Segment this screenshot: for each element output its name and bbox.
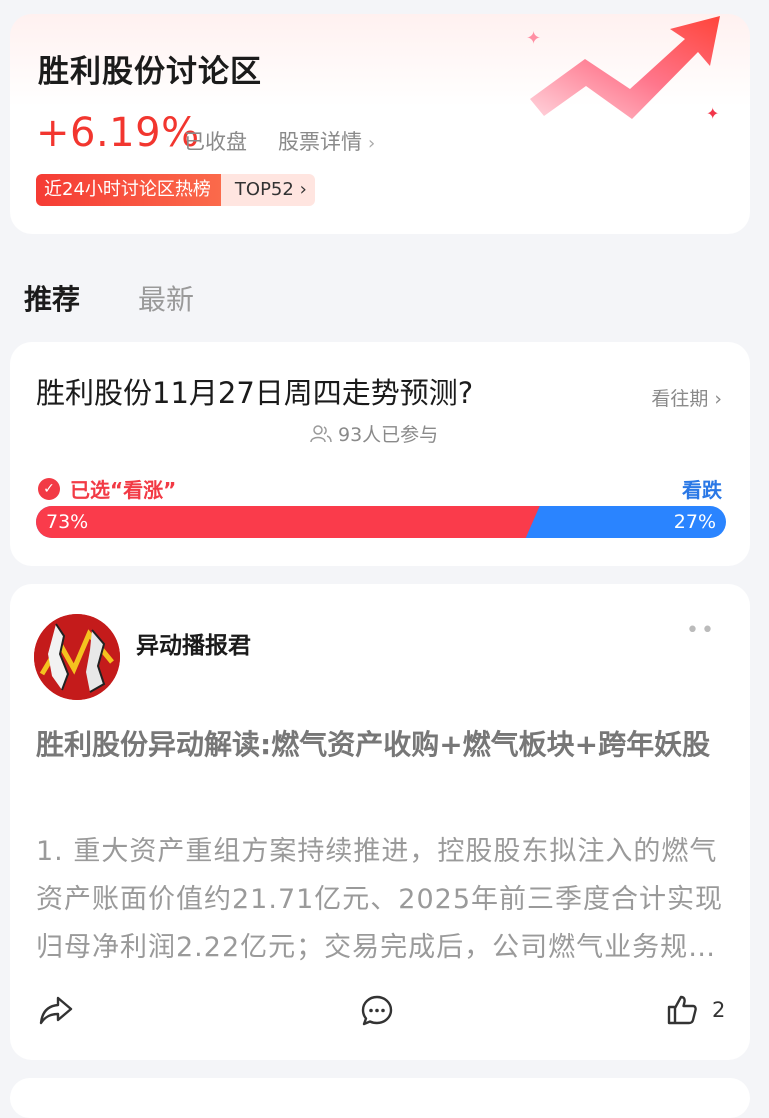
post-title[interactable]: 胜利股份异动解读:燃气资产收购+燃气板块+跨年妖股 [36,724,726,766]
like-count: 2 [712,998,726,1022]
hot-rank-label: 近24小时讨论区热榜 [36,174,221,206]
hot-rank-badge[interactable]: 近24小时讨论区热榜 TOP52 › [36,174,315,206]
tab-latest[interactable]: 最新 [138,278,194,318]
price-change: +6.19% [36,110,200,156]
past-polls-label: 看往期 [651,388,709,410]
poll-option-down[interactable]: 看跌 [682,474,722,503]
stock-header-card: ✦ ✦ 胜利股份讨论区 +6.19% 已收盘 股票详情 › 近24小时讨论区热榜 … [10,14,750,234]
svg-text:✦: ✦ [706,104,719,123]
users-icon [310,424,332,442]
chevron-right-icon: › [714,388,722,410]
poll-option-up[interactable]: ✓ 已选“看涨” [38,474,176,503]
poll-down-percent: 27% [673,511,716,533]
participants-count: 93人已参与 [338,424,439,446]
page-title: 胜利股份讨论区 [38,54,262,90]
chevron-right-icon: › [368,133,376,154]
svg-text:✦: ✦ [526,28,541,49]
poll-result-bar: 73% 27% [36,506,726,538]
poll-option-up-label: 已选“看涨” [70,478,177,502]
stock-detail-label: 股票详情 [278,130,362,154]
next-post-card[interactable] [10,1078,750,1118]
poll-question: 胜利股份11月27日周四走势预测? [36,376,474,410]
hot-rank-text: TOP52 [234,179,294,200]
tab-recommend[interactable]: 推荐 [24,278,80,318]
share-button[interactable] [38,994,74,1030]
thumb-up-icon [667,995,697,1025]
avatar-image [34,614,120,700]
check-icon: ✓ [38,477,60,500]
comment-icon [361,995,393,1026]
comment-button[interactable] [360,994,394,1032]
like-button[interactable]: 2 [666,994,725,1026]
participants: 93人已参与 [310,420,438,447]
share-icon [39,996,73,1025]
market-status: 已收盘 [184,130,247,154]
rising-arrow-icon: ✦ ✦ [526,16,720,123]
post-card[interactable]: 异动播报君 •• 胜利股份异动解读:燃气资产收购+燃气板块+跨年妖股 1. 重大… [10,584,750,1060]
chevron-right-icon: › [299,179,307,200]
author-name[interactable]: 异动播报君 [136,626,251,660]
more-icon[interactable]: •• [686,618,716,643]
hot-rank-value: TOP52 › [220,174,315,206]
poll-up-segment [36,506,540,538]
prediction-poll-card: 胜利股份11月27日周四走势预测? 看往期 › 93人已参与 ✓ 已选“看涨” … [10,342,750,566]
stock-detail-link[interactable]: 股票详情 › [278,126,375,156]
past-polls-link[interactable]: 看往期 › [651,384,722,411]
post-body[interactable]: 1. 重大资产重组方案持续推进，控股股东拟注入的燃气资产账面价值约21.71亿元… [36,828,726,972]
poll-up-percent: 73% [46,511,89,533]
avatar[interactable] [34,614,120,700]
